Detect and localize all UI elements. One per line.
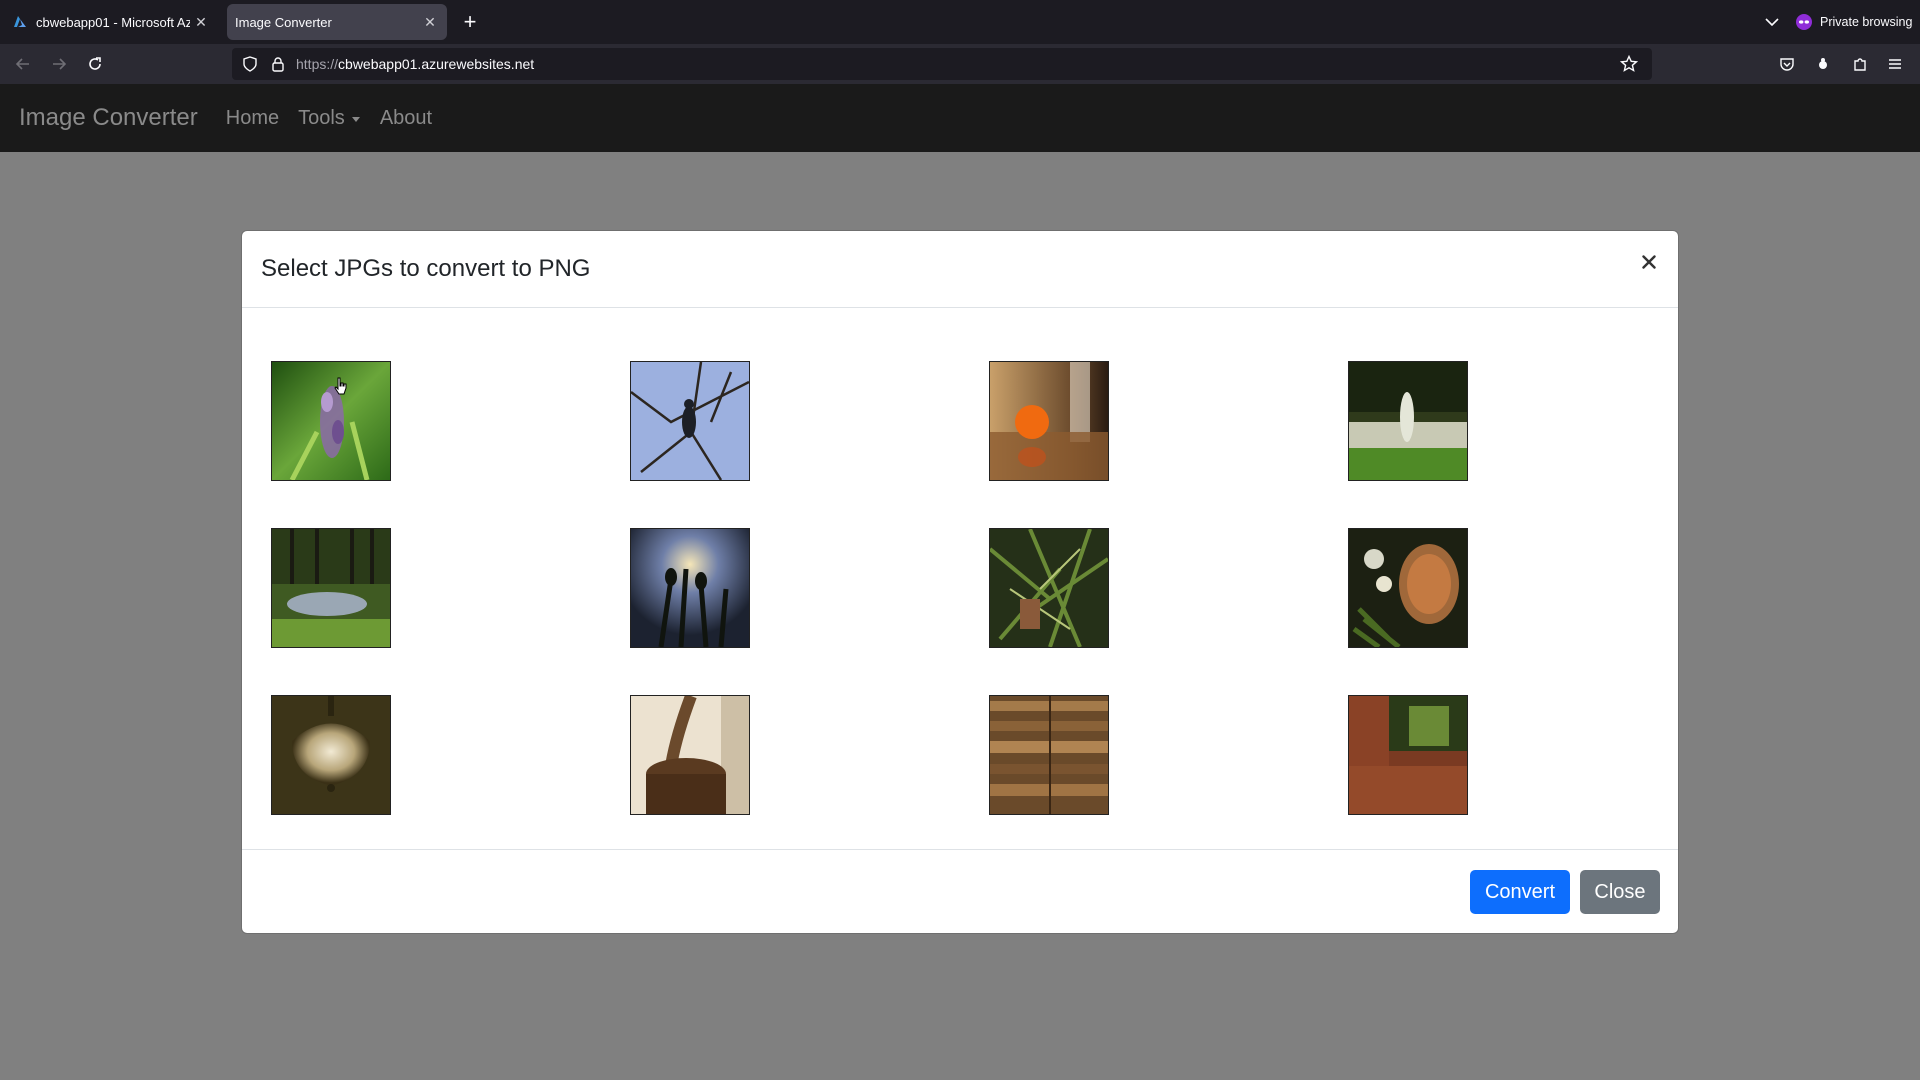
azure-icon [12, 14, 28, 30]
hamburger-menu-icon[interactable] [1883, 52, 1907, 76]
tab-label: cbwebapp01 - Microsoft Azure [36, 14, 190, 30]
close-tab-icon[interactable]: ✕ [419, 11, 441, 33]
fountain-thumbnail[interactable] [1348, 361, 1468, 481]
address-bar[interactable]: https://cbwebapp01.azurewebsites.net [232, 48, 1652, 80]
back-arrow-icon[interactable] [11, 52, 35, 76]
private-browsing-indicator: Private browsing [1796, 10, 1912, 34]
private-browsing-label: Private browsing [1820, 15, 1913, 29]
wood-stack-thumbnail[interactable] [989, 695, 1109, 815]
private-mask-icon [1796, 14, 1812, 30]
banister-thumbnail[interactable] [630, 695, 750, 815]
mouse-cursor [334, 377, 348, 395]
extensions-puzzle-icon[interactable] [1848, 52, 1872, 76]
sunset-silhouette-thumbnail[interactable] [630, 528, 750, 648]
pocket-icon[interactable] [1775, 52, 1799, 76]
nav-about-link[interactable]: About [380, 107, 432, 130]
tab-azure[interactable]: cbwebapp01 - Microsoft Azure ✕ [6, 4, 218, 40]
tab-label: Image Converter [235, 14, 332, 30]
bird-on-branch-thumbnail[interactable] [630, 361, 750, 481]
lamp-thumbnail[interactable] [271, 695, 391, 815]
browser-nav-bar: https://cbwebapp01.azurewebsites.net [0, 44, 1920, 84]
close-button[interactable]: Close [1580, 870, 1660, 914]
browser-tab-strip: cbwebapp01 - Microsoft Azure ✕ Image Con… [0, 0, 1920, 44]
tab-image-converter[interactable]: Image Converter ✕ [227, 4, 447, 40]
modal-footer: Convert Close [242, 849, 1678, 936]
caret-down-icon [351, 116, 360, 122]
thumbnail-grid [241, 307, 1679, 848]
nav-home-link[interactable]: Home [226, 107, 279, 130]
rusty-post-thumbnail[interactable] [1348, 695, 1468, 815]
new-tab-icon[interactable]: + [458, 9, 482, 34]
convert-button[interactable]: Convert [1470, 870, 1570, 914]
close-tab-icon[interactable]: ✕ [190, 11, 212, 33]
leaves-thumbnail[interactable] [989, 528, 1109, 648]
close-icon[interactable] [1636, 249, 1662, 275]
chevron-down-icon[interactable] [1760, 10, 1784, 34]
shield-icon[interactable] [242, 56, 258, 72]
orange-thumbnail[interactable] [989, 361, 1109, 481]
pond-thumbnail[interactable] [271, 528, 391, 648]
food-plate-thumbnail[interactable] [1348, 528, 1468, 648]
reload-icon[interactable] [83, 52, 107, 76]
flower-thumbnail[interactable] [271, 361, 391, 481]
modal-header: Select JPGs to convert to PNG [242, 231, 1678, 308]
lock-icon[interactable] [270, 56, 286, 72]
nav-tools-dropdown[interactable]: Tools [298, 107, 360, 130]
brand-link[interactable]: Image Converter [19, 104, 198, 132]
modal-title: Select JPGs to convert to PNG [261, 255, 591, 282]
nav-tools-label: Tools [298, 106, 345, 129]
extension-icon[interactable] [1811, 52, 1835, 76]
forward-arrow-icon[interactable] [47, 52, 71, 76]
url-text: https://cbwebapp01.azurewebsites.net [296, 56, 535, 72]
bookmark-star-icon[interactable] [1620, 55, 1638, 73]
site-navbar: Image Converter Home Tools About [0, 84, 1920, 152]
